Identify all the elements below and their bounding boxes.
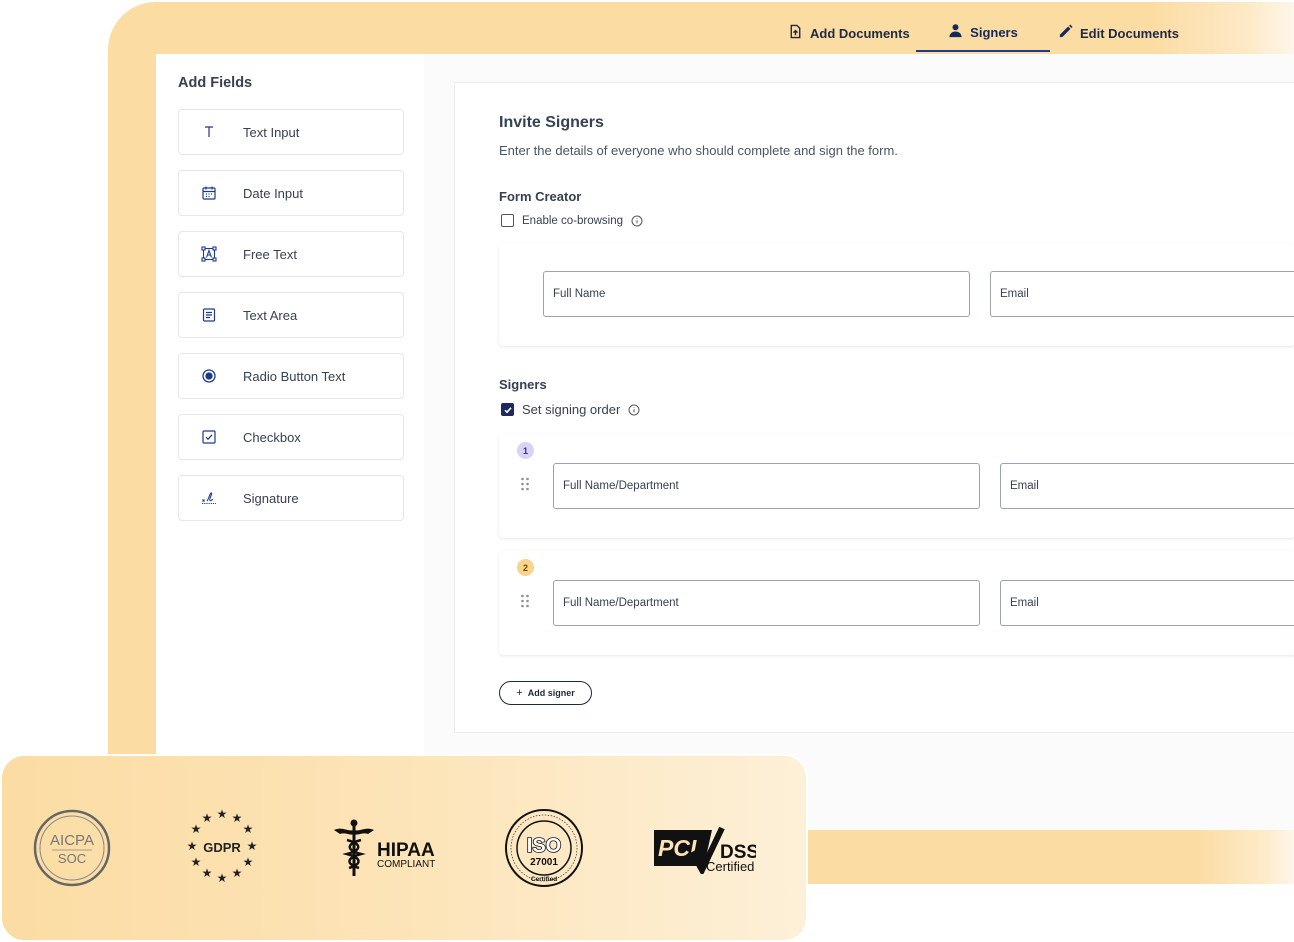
- signer-full-name-input[interactable]: Full Name/Department: [553, 463, 980, 509]
- field-date-input[interactable]: Date Input: [178, 170, 404, 216]
- field-radio-button-text[interactable]: Radio Button Text: [178, 353, 404, 399]
- svg-text:★: ★: [191, 855, 202, 869]
- svg-text:★: ★: [187, 839, 198, 853]
- cobrowse-checkbox[interactable]: [501, 214, 514, 227]
- checkbox-icon: [179, 429, 239, 445]
- radio-icon: [179, 368, 239, 384]
- svg-text:Certified: Certified: [531, 876, 557, 883]
- iso-27001-logo: ISO 27001 Certified: [505, 809, 583, 887]
- form-creator-title: Form Creator: [499, 189, 582, 204]
- field-label: Signature: [243, 490, 299, 506]
- aicpa-soc-logo: AICPA SOC: [33, 809, 111, 887]
- add-signer-button[interactable]: + Add signer: [499, 681, 592, 705]
- free-text-icon: [179, 246, 239, 262]
- signer-row: 2 Full Name/Department Email: [499, 551, 1294, 655]
- page-title: Invite Signers: [499, 114, 604, 131]
- svg-text:ISO: ISO: [527, 835, 561, 857]
- drag-handle-icon[interactable]: [520, 477, 530, 491]
- signer-email-input[interactable]: Email: [1000, 463, 1294, 509]
- user-icon: [948, 23, 963, 41]
- info-icon[interactable]: [628, 404, 640, 416]
- tab-label: Signers: [970, 24, 1018, 40]
- workspace: Add Fields Text Input Date Input Free Te…: [156, 54, 1294, 830]
- signature-icon: [179, 490, 239, 506]
- invite-signers-card: Invite Signers Enter the details of ever…: [454, 82, 1294, 733]
- field-free-text[interactable]: Free Text: [178, 231, 404, 277]
- upload-document-icon: [788, 24, 803, 42]
- pci-dss-logo: PCI DSS Certified: [654, 826, 756, 874]
- cobrowse-row: Enable co-browsing: [501, 214, 643, 227]
- signing-order-row: Set signing order: [501, 402, 640, 417]
- svg-text:GDPR: GDPR: [203, 840, 241, 855]
- signer-row: 1 Full Name/Department Email: [499, 434, 1294, 538]
- calendar-icon: [179, 185, 239, 201]
- page-subtitle: Enter the details of everyone who should…: [499, 143, 898, 158]
- form-creator-box: Full Name Email: [499, 243, 1294, 346]
- field-label: Checkbox: [243, 429, 301, 445]
- tab-add-documents[interactable]: Add Documents: [788, 14, 910, 52]
- hipaa-compliant-logo: HIPAA COMPLIANT: [334, 819, 435, 876]
- sidebar-title: Add Fields: [178, 75, 253, 91]
- signer-full-name-input[interactable]: Full Name/Department: [553, 580, 980, 626]
- signing-order-label: Set signing order: [522, 402, 621, 417]
- frame-bottom-band: [806, 830, 1294, 884]
- svg-text:★: ★: [243, 855, 254, 869]
- gdpr-logo: ★ ★★ ★★★ ★★★ ★★★ GDPR: [187, 807, 258, 885]
- signer-email-input[interactable]: Email: [1000, 580, 1294, 626]
- tab-edit-documents[interactable]: Edit Documents: [1058, 14, 1179, 52]
- svg-text:SOC: SOC: [58, 851, 86, 866]
- text-t-icon: [179, 124, 239, 140]
- certifications-panel: AICPA SOC ★ ★ ★ ★ ★ ★ ★ ★ ★ ★ ★ ★ GDPR HIPAA COM…: [2, 756, 806, 940]
- svg-text:Certified: Certified: [706, 859, 754, 874]
- svg-text:★: ★: [202, 866, 213, 880]
- svg-text:27001: 27001: [530, 857, 558, 868]
- field-text-input[interactable]: Text Input: [178, 109, 404, 155]
- svg-text:★: ★: [217, 807, 228, 821]
- signers-title: Signers: [499, 377, 547, 392]
- pencil-icon: [1058, 24, 1073, 42]
- tab-label: Add Documents: [810, 25, 910, 41]
- svg-text:★: ★: [232, 811, 243, 825]
- svg-text:★: ★: [243, 822, 254, 836]
- plus-icon: +: [516, 687, 523, 699]
- signer-order-badge: 1: [517, 442, 534, 459]
- creator-full-name-input[interactable]: Full Name: [543, 271, 970, 317]
- field-label: Text Input: [243, 124, 300, 140]
- field-checkbox[interactable]: Checkbox: [178, 414, 404, 460]
- svg-text:AICPA: AICPA: [50, 832, 94, 849]
- svg-text:★: ★: [217, 871, 228, 885]
- app-frame: Add Documents Signers Edit Documents Add…: [108, 2, 1294, 884]
- svg-text:PCI: PCI: [658, 835, 697, 861]
- fields-sidebar: Add Fields Text Input Date Input Free Te…: [156, 54, 424, 830]
- text-area-icon: [179, 307, 239, 323]
- cobrowse-label: Enable co-browsing: [522, 214, 624, 227]
- svg-text:★: ★: [247, 839, 258, 853]
- add-signer-label: Add signer: [527, 688, 575, 698]
- field-label: Radio Button Text: [243, 368, 346, 384]
- info-icon[interactable]: [631, 215, 643, 227]
- field-label: Free Text: [243, 246, 297, 262]
- tab-signers[interactable]: Signers: [916, 14, 1050, 52]
- top-navigation: Add Documents Signers Edit Documents: [108, 2, 1294, 54]
- field-label: Text Area: [243, 307, 298, 323]
- svg-text:HIPAA: HIPAA: [377, 840, 435, 861]
- tab-label: Edit Documents: [1080, 25, 1179, 41]
- creator-email-input[interactable]: Email: [990, 271, 1294, 317]
- signer-order-badge: 2: [517, 559, 534, 576]
- signing-order-checkbox[interactable]: [501, 403, 514, 416]
- svg-text:COMPLIANT: COMPLIANT: [377, 859, 435, 870]
- field-label: Date Input: [243, 185, 303, 201]
- field-signature[interactable]: Signature: [178, 475, 404, 521]
- svg-text:★: ★: [191, 822, 202, 836]
- check-icon: [503, 406, 512, 413]
- svg-text:★: ★: [202, 811, 213, 825]
- svg-text:★: ★: [232, 866, 243, 880]
- field-text-area[interactable]: Text Area: [178, 292, 404, 338]
- drag-handle-icon[interactable]: [520, 594, 530, 608]
